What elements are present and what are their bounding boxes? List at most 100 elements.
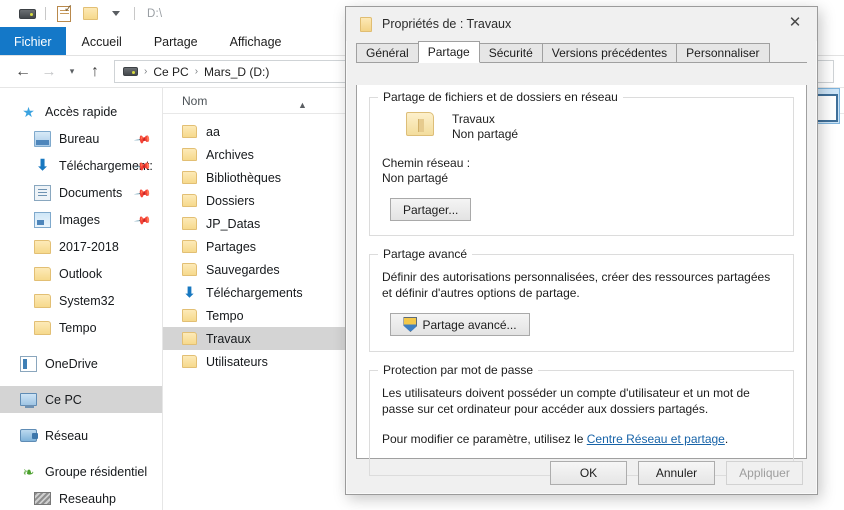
- folder-icon: [182, 263, 197, 276]
- shared-folder-status: Non partagé: [452, 127, 519, 141]
- network-path-label: Chemin réseau :: [382, 156, 471, 170]
- sidebar-item-label: Bureau: [59, 131, 100, 146]
- group-label: Partage de fichiers et de dossiers en ré…: [378, 90, 623, 104]
- shared-folder-name: Travaux: [452, 112, 495, 126]
- dialog-title: Propriétés de : Travaux: [382, 17, 512, 31]
- breadcrumb-separator: ›: [144, 66, 148, 77]
- group-label: Partage avancé: [378, 247, 473, 261]
- tab-versions-precedentes[interactable]: Versions précédentes: [541, 43, 678, 63]
- folder-icon: [182, 194, 197, 207]
- ribbon-tab-fichier[interactable]: Fichier: [0, 27, 66, 56]
- sidebar-item-label: Réseau: [45, 428, 89, 443]
- desktop-icon: [34, 130, 51, 147]
- network-icon: [20, 429, 38, 442]
- sidebar-item-label: Documents: [59, 185, 123, 200]
- pin-icon[interactable]: 📌: [134, 184, 153, 203]
- sidebar-item-reseau[interactable]: Réseau: [0, 422, 162, 449]
- sidebar-item-reseauhp[interactable]: Reseauhp: [0, 485, 162, 510]
- list-item-selected[interactable]: Travaux: [163, 327, 351, 350]
- folder-icon: [182, 217, 197, 230]
- download-folder-icon: ⬇: [183, 284, 196, 300]
- pictures-icon: [34, 211, 51, 228]
- link-prefix: Pour modifier ce paramètre, utilisez le: [382, 432, 587, 446]
- tab-general[interactable]: Général: [356, 43, 419, 63]
- shared-folder-info: Travaux Non partagé: [452, 112, 518, 142]
- share-button[interactable]: Partager...: [390, 198, 472, 221]
- advanced-share-button[interactable]: Partage avancé...: [390, 313, 530, 336]
- network-path-block: Chemin réseau : Non partagé: [382, 156, 781, 186]
- navigation-pane: ★ Accès rapide Bureau 📌 ⬇ Téléchargement…: [0, 88, 162, 510]
- ribbon-tab-partage[interactable]: Partage: [138, 27, 214, 56]
- close-icon[interactable]: ✕: [773, 7, 817, 37]
- advanced-sharing-description: Définir des autorisations personnalisées…: [382, 270, 771, 300]
- sidebar-item-outlook[interactable]: Outlook: [0, 260, 162, 287]
- sidebar-item-label: Tempo: [59, 320, 97, 335]
- folder-icon: [182, 125, 197, 138]
- sidebar-item-images[interactable]: Images 📌: [0, 206, 162, 233]
- dialog-footer: OK Annuler Appliquer: [346, 452, 817, 494]
- homegroup-icon: ❧: [22, 463, 35, 480]
- shield-icon: [403, 317, 418, 332]
- sidebar-item-groupe-residentiel[interactable]: ❧ Groupe résidentiel: [0, 458, 162, 485]
- folder-icon: [360, 16, 372, 32]
- pin-icon[interactable]: 📌: [134, 211, 153, 230]
- dialog-title-bar[interactable]: Propriétés de : Travaux ✕: [346, 7, 817, 41]
- recent-locations-button[interactable]: ▾: [62, 59, 82, 85]
- tab-partage[interactable]: Partage: [417, 41, 480, 63]
- sidebar-item-bureau[interactable]: Bureau 📌: [0, 125, 162, 152]
- sidebar-item-system32[interactable]: System32: [0, 287, 162, 314]
- tab-securite[interactable]: Sécurité: [478, 43, 543, 63]
- network-sharing-center-link[interactable]: Centre Réseau et partage: [587, 432, 725, 446]
- folder-icon: [34, 239, 51, 254]
- star-icon: ★: [22, 103, 35, 120]
- toolbar-divider-2: [134, 7, 135, 20]
- advanced-share-button-label: Partage avancé...: [422, 317, 517, 332]
- folder-icon: [34, 293, 51, 308]
- ribbon-tab-accueil[interactable]: Accueil: [66, 27, 138, 56]
- back-button[interactable]: ←: [10, 59, 36, 85]
- link-suffix: .: [724, 432, 729, 446]
- properties-icon[interactable]: [51, 2, 77, 25]
- download-icon: ⬇: [36, 156, 49, 174]
- dialog-tab-strip: Général Partage Sécurité Versions précéd…: [356, 41, 807, 63]
- homegroup-computer-icon: [34, 492, 51, 505]
- sidebar-item-acces-rapide[interactable]: ★ Accès rapide: [0, 98, 162, 125]
- sidebar-item-2017-2018[interactable]: 2017-2018: [0, 233, 162, 260]
- password-protection-description: Les utilisateurs doivent posséder un com…: [382, 386, 750, 416]
- screen: D:\ Fichier Accueil Partage Affichage ← …: [0, 0, 844, 510]
- sidebar-item-ce-pc[interactable]: Ce PC: [0, 386, 162, 413]
- folder-icon: [182, 240, 197, 253]
- folder-icon: [182, 355, 197, 368]
- tab-personnaliser[interactable]: Personnaliser: [676, 43, 770, 63]
- network-sharing-group: Partage de fichiers et de dossiers en ré…: [369, 90, 794, 236]
- cancel-button[interactable]: Annuler: [638, 461, 715, 485]
- forward-button[interactable]: →: [36, 59, 62, 85]
- drive-icon: [123, 67, 138, 76]
- documents-icon: [34, 184, 51, 201]
- ok-button[interactable]: OK: [550, 461, 627, 485]
- chevron-down-icon[interactable]: [103, 3, 129, 25]
- network-center-line: Pour modifier ce paramètre, utilisez le …: [382, 431, 781, 447]
- ribbon-tab-affichage[interactable]: Affichage: [214, 27, 298, 56]
- sidebar-item-documents[interactable]: Documents 📌: [0, 179, 162, 206]
- sidebar-item-tempo[interactable]: Tempo: [0, 314, 162, 341]
- drive-icon[interactable]: [14, 3, 40, 25]
- sidebar-item-onedrive[interactable]: OneDrive: [0, 350, 162, 377]
- pin-icon[interactable]: 📌: [134, 130, 153, 149]
- apply-button: Appliquer: [726, 461, 803, 485]
- folder-icon: [182, 332, 197, 345]
- sidebar-item-telechargements[interactable]: ⬇ Téléchargement: 📌: [0, 152, 162, 179]
- breadcrumb-item-ce-pc[interactable]: Ce PC: [153, 65, 188, 79]
- sidebar-item-label: System32: [59, 293, 115, 308]
- shared-folder-row: Travaux Non partagé: [382, 112, 781, 142]
- column-header-nom[interactable]: Nom ▲: [163, 94, 323, 110]
- breadcrumb-item-mars-d[interactable]: Mars_D (D:): [204, 65, 269, 79]
- up-button[interactable]: ↑: [82, 59, 108, 85]
- folder-icon: [406, 112, 434, 136]
- sidebar-item-label: Ce PC: [45, 392, 82, 407]
- new-folder-icon[interactable]: [77, 3, 103, 25]
- sidebar-item-label: Outlook: [59, 266, 103, 281]
